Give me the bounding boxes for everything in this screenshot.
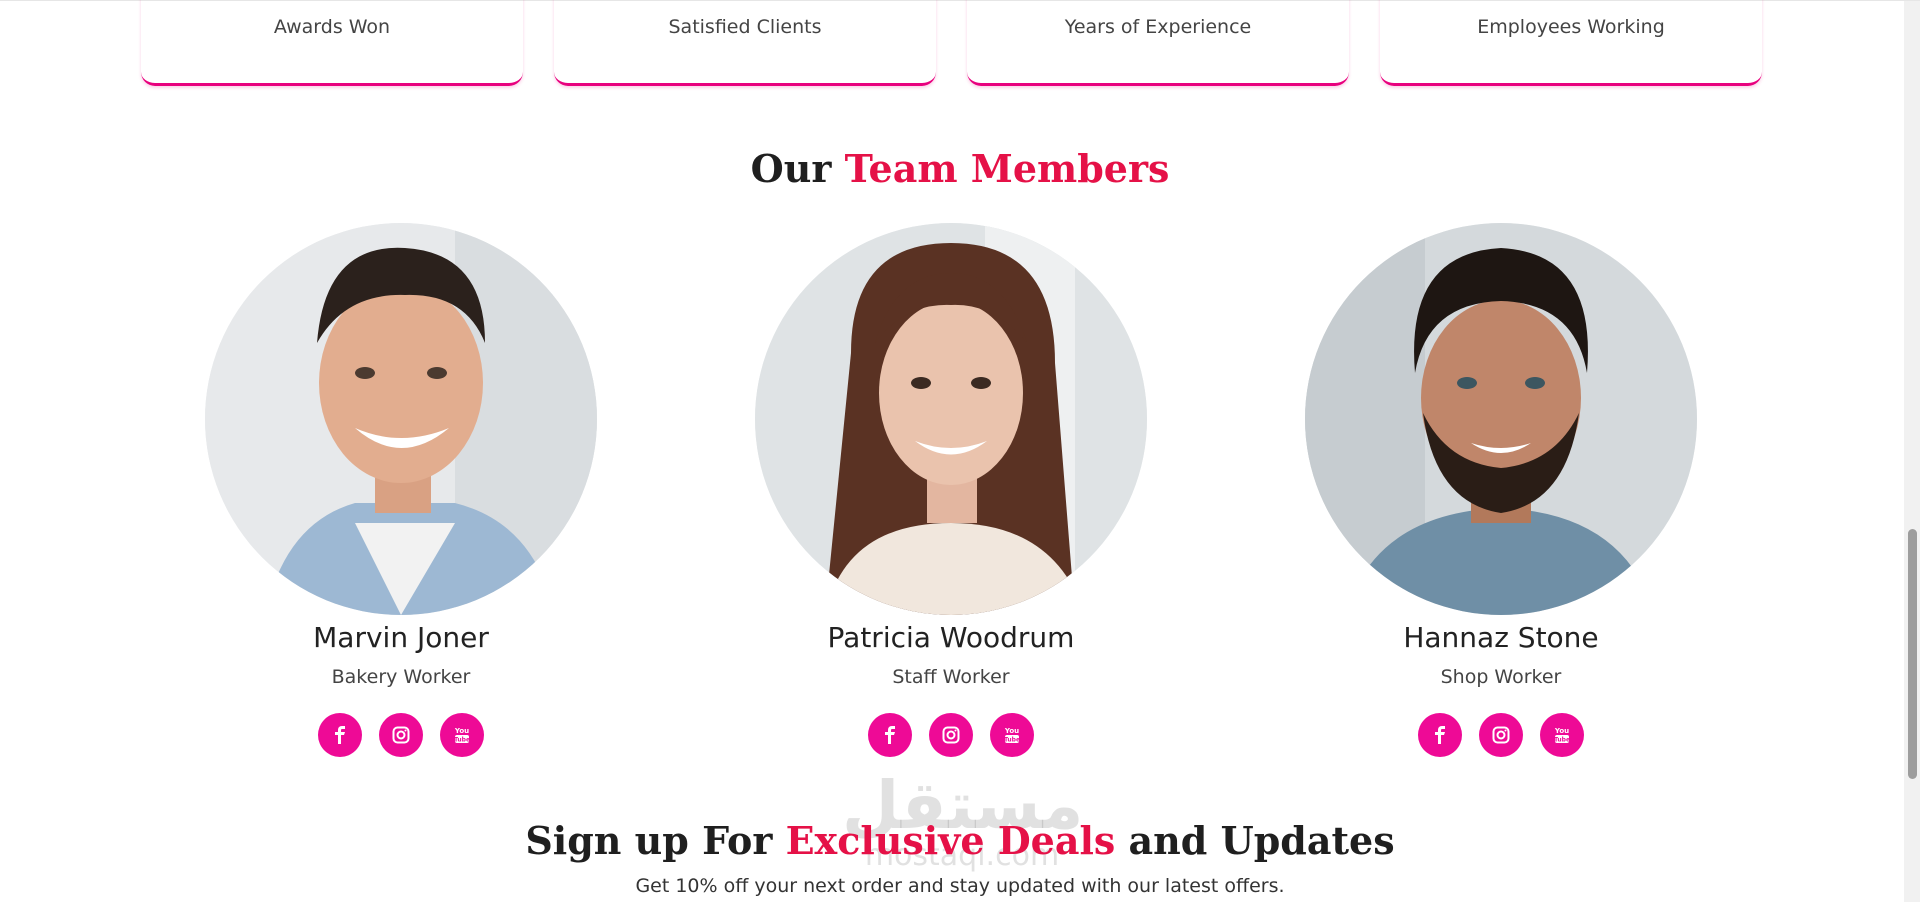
team-member-card: Patricia Woodrum Staff Worker You Tube <box>755 223 1147 757</box>
team-title-accent: Team Members <box>844 146 1170 191</box>
scrollbar-thumb[interactable] <box>1908 529 1917 779</box>
stat-card-employees: Employees Working <box>1380 0 1762 86</box>
signup-title-accent: Exclusive Deals <box>785 818 1116 863</box>
youtube-icon[interactable]: You Tube <box>440 713 484 757</box>
stat-card-clients: Satisfied Clients <box>554 0 936 86</box>
team-member-card: Marvin Joner Bakery Worker You Tube <box>205 223 597 757</box>
social-links: You Tube <box>205 713 597 757</box>
instagram-icon[interactable] <box>379 713 423 757</box>
page: Awards Won Satisfied Clients Years of Ex… <box>0 0 1920 902</box>
svg-text:Tube: Tube <box>1004 737 1020 744</box>
stat-label: Awards Won <box>273 16 391 38</box>
member-photo <box>205 223 597 615</box>
stat-label: Years of Experience <box>1064 16 1252 38</box>
facebook-icon[interactable] <box>318 713 362 757</box>
social-links: You Tube <box>1305 713 1697 757</box>
youtube-icon[interactable]: You Tube <box>990 713 1034 757</box>
team-member-card: Hannaz Stone Shop Worker You Tube <box>1305 223 1697 757</box>
signup-title: Sign up For Exclusive Deals and Updates <box>0 811 1920 871</box>
svg-text:Tube: Tube <box>1554 737 1570 744</box>
team-title-prefix: Our <box>750 146 832 191</box>
member-role: Staff Worker <box>892 666 1010 688</box>
member-photo <box>755 223 1147 615</box>
svg-text:You: You <box>1554 727 1569 735</box>
member-name: Patricia Woodrum <box>827 621 1075 654</box>
stat-card-experience: Years of Experience <box>967 0 1349 86</box>
facebook-icon[interactable] <box>868 713 912 757</box>
stat-label: Satisfied Clients <box>668 16 822 38</box>
member-role: Bakery Worker <box>331 666 471 688</box>
member-photo <box>1305 223 1697 615</box>
signup-title-prefix: Sign up For <box>525 818 773 863</box>
signup-subtitle: Get 10% off your next order and stay upd… <box>635 875 1285 897</box>
svg-text:You: You <box>1004 727 1019 735</box>
stat-label: Employees Working <box>1477 16 1665 38</box>
member-name: Marvin Joner <box>313 621 489 654</box>
member-name: Hannaz Stone <box>1403 621 1599 654</box>
member-role: Shop Worker <box>1440 666 1562 688</box>
vertical-scrollbar[interactable] <box>1904 1 1920 902</box>
youtube-icon[interactable]: You Tube <box>1540 713 1584 757</box>
svg-text:Tube: Tube <box>454 737 470 744</box>
social-links: You Tube <box>755 713 1147 757</box>
instagram-icon[interactable] <box>1479 713 1523 757</box>
instagram-icon[interactable] <box>929 713 973 757</box>
stats-row: Awards Won Satisfied Clients Years of Ex… <box>141 0 1762 86</box>
facebook-icon[interactable] <box>1418 713 1462 757</box>
stat-card-awards: Awards Won <box>141 0 523 86</box>
signup-title-suffix: and Updates <box>1128 818 1395 863</box>
team-section-title: Our Team Members <box>0 139 1920 199</box>
svg-text:You: You <box>454 727 469 735</box>
